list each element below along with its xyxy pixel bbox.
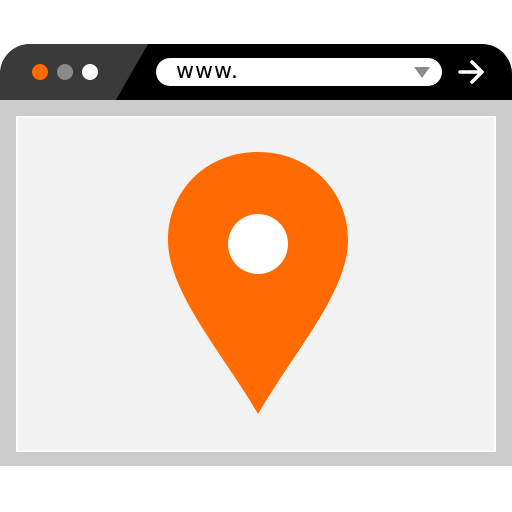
- minimize-dot[interactable]: [57, 64, 73, 80]
- address-bar[interactable]: www.: [156, 58, 442, 86]
- chevron-down-icon[interactable]: [414, 67, 430, 78]
- close-dot[interactable]: [32, 64, 48, 80]
- page-viewport: [16, 116, 496, 452]
- title-bar-controls-area: [0, 44, 148, 100]
- location-pin-icon: [168, 152, 348, 414]
- arrow-right-icon[interactable]: [456, 58, 488, 86]
- content-frame: [0, 100, 512, 466]
- title-bar: www.: [0, 44, 512, 100]
- browser-window: www.: [0, 44, 512, 466]
- address-bar-text[interactable]: www.: [176, 59, 239, 85]
- maximize-dot[interactable]: [82, 64, 98, 80]
